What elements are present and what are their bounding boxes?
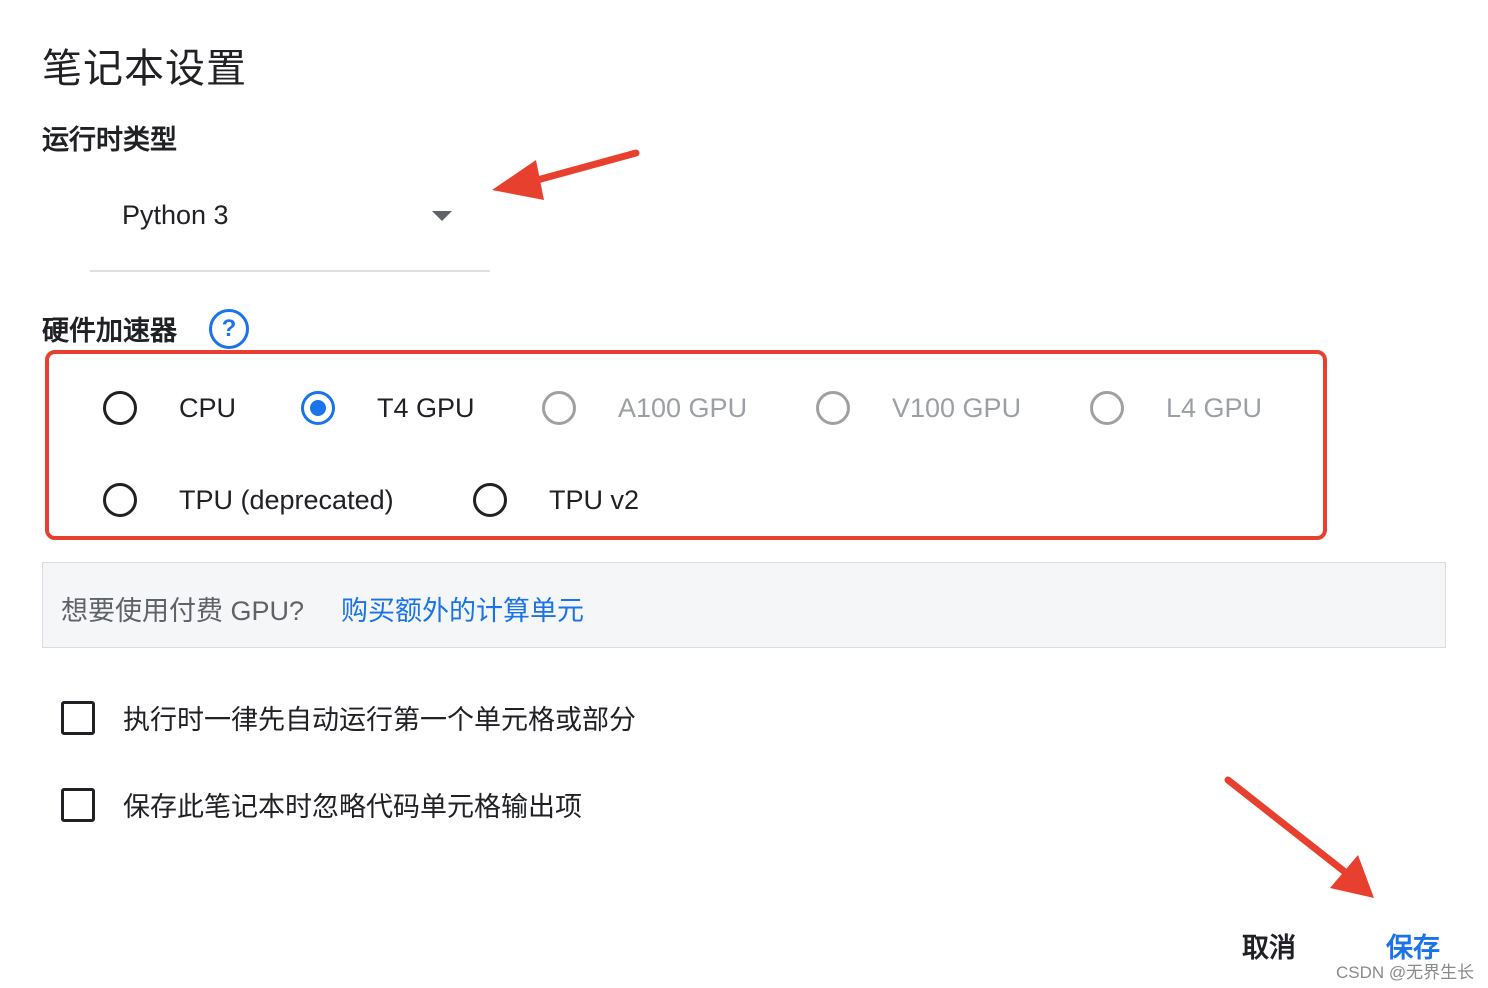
radio-a100-gpu: A100 GPU [542, 386, 747, 430]
radio-cpu[interactable]: CPU [103, 386, 236, 430]
radio-circle-icon [103, 483, 137, 517]
radio-tpu-v2[interactable]: TPU v2 [473, 478, 639, 522]
radio-v100-gpu: V100 GPU [816, 386, 1021, 430]
hardware-accelerator-label: 硬件加速器 [42, 316, 177, 347]
watermark: CSDN @无界生长 [1336, 963, 1475, 982]
radio-label: T4 GPU [377, 392, 475, 423]
checkbox-icon [61, 700, 95, 735]
buy-compute-units-link[interactable]: 购买额外的计算单元 [341, 589, 584, 628]
notebook-settings-dialog: 笔记本设置 运行时类型 Python 3 硬件加速器 ? CPU T4 GPU … [0, 0, 1488, 988]
radio-circle-icon [542, 391, 576, 425]
caret-down-icon [432, 211, 452, 221]
checkbox-icon [61, 787, 95, 822]
radio-circle-icon [816, 391, 850, 425]
paid-gpu-question: 想要使用付费 GPU? [61, 596, 305, 626]
runtime-type-select[interactable]: Python 3 [90, 168, 490, 272]
radio-l4-gpu: L4 GPU [1090, 386, 1262, 430]
checkbox-label: 保存此笔记本时忽略代码单元格输出项 [123, 792, 582, 822]
help-circle-icon[interactable]: ? [209, 309, 249, 349]
radio-t4-gpu[interactable]: T4 GPU [301, 386, 475, 430]
radio-label: L4 GPU [1166, 392, 1263, 423]
radio-label: V100 GPU [892, 392, 1022, 423]
radio-label: A100 GPU [618, 392, 748, 423]
annotation-arrow-runtime [492, 149, 640, 200]
radio-circle-icon [103, 391, 137, 425]
runtime-type-value: Python 3 [122, 200, 229, 230]
checkbox-label: 执行时一律先自动运行第一个单元格或部分 [123, 705, 636, 735]
dialog-title: 笔记本设置 [42, 46, 247, 92]
radio-circle-icon [473, 483, 507, 517]
cancel-button[interactable]: 取消 [1242, 926, 1296, 965]
radio-label: TPU (deprecated) [179, 484, 394, 515]
omit-cell-output-checkbox[interactable]: 保存此笔记本时忽略代码单元格输出项 [61, 785, 582, 824]
radio-checked-icon [301, 391, 335, 425]
annotation-arrow-save [1224, 776, 1374, 898]
radio-circle-icon [1090, 391, 1124, 425]
radio-label: TPU v2 [549, 484, 640, 515]
runtime-type-label: 运行时类型 [42, 125, 177, 156]
radio-label: CPU [179, 392, 237, 423]
paid-gpu-banner: 想要使用付费 GPU? 购买额外的计算单元 [42, 562, 1446, 648]
auto-run-first-cell-checkbox[interactable]: 执行时一律先自动运行第一个单元格或部分 [61, 698, 636, 737]
radio-tpu-deprecated[interactable]: TPU (deprecated) [103, 478, 394, 522]
